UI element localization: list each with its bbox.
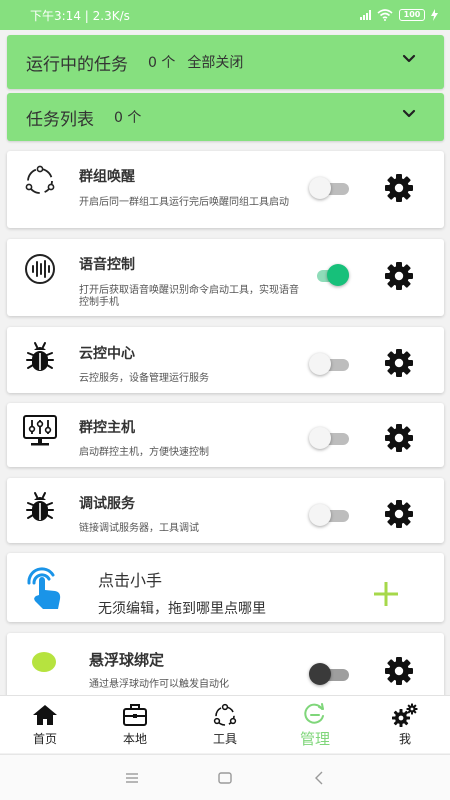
monitor-sliders-icon (23, 415, 57, 446)
plus-icon[interactable] (372, 580, 400, 608)
tab-label: 我 (398, 731, 411, 746)
voice-wave-icon (25, 254, 55, 284)
voice-control-toggle[interactable] (309, 264, 349, 286)
tab-label: 本地 (122, 731, 147, 746)
chevron-down-icon[interactable] (402, 107, 416, 121)
card-title: 云控中心 (79, 346, 135, 362)
tap-hand-description: 无须编辑，拖到哪里点哪里 (98, 601, 266, 617)
group-wake-toggle[interactable] (309, 177, 349, 199)
tab-tools[interactable]: 工具 (180, 696, 270, 753)
system-nav-bar (0, 754, 450, 800)
card-description: 通过悬浮球动作可以触发自动化 (89, 679, 229, 690)
card-title: 悬浮球绑定 (89, 651, 165, 669)
signal-icon (360, 10, 371, 20)
task-list-header[interactable]: 任务列表 0 个 (7, 93, 444, 141)
tab-label: 管理 (299, 729, 330, 748)
tab-me[interactable]: 我 (360, 696, 450, 753)
wifi-icon (377, 9, 393, 21)
card-description: 云控服务，设备管理运行服务 (79, 373, 209, 384)
tap-hand-icon (27, 567, 61, 609)
gear-icon[interactable] (383, 498, 415, 530)
home-button-icon[interactable] (216, 769, 234, 787)
card-description: 启动群控主机，方便快速控制 (79, 447, 209, 458)
briefcase-icon (123, 703, 147, 726)
card-title: 语音控制 (79, 257, 135, 273)
feature-card-group-wake[interactable]: 群组唤醒 开启后同一群组工具运行完后唤醒同组工具启动 (7, 151, 444, 228)
tap-hand-card[interactable]: 点击小手 无须编辑，拖到哪里点哪里 (7, 553, 444, 622)
feature-card-voice-control[interactable]: 语音控制 打开后获取语音唤醒识别命令启动工具，实现语音控制手机 (7, 239, 444, 316)
card-title: 群控主机 (79, 420, 135, 436)
charging-icon (431, 9, 438, 21)
tab-home[interactable]: 首页 (0, 696, 90, 753)
running-tasks-title: 运行中的任务 (26, 54, 128, 75)
card-title: 群组唤醒 (79, 169, 135, 185)
running-tasks-count: 0 个 (148, 55, 176, 71)
task-list-title: 任务列表 (26, 109, 94, 130)
feature-card-group-host[interactable]: 群控主机 启动群控主机，方便快速控制 (7, 403, 444, 467)
tools-icon (213, 703, 237, 726)
cloud-control-toggle[interactable] (309, 353, 349, 375)
chevron-down-icon[interactable] (402, 52, 416, 66)
card-description: 开启后同一群组工具运行完后唤醒同组工具启动 (79, 197, 289, 208)
float-ball-toggle[interactable] (309, 663, 349, 685)
tab-label: 首页 (32, 731, 57, 746)
home-icon (33, 704, 57, 725)
tap-hand-title: 点击小手 (98, 571, 163, 590)
close-all-button[interactable]: 全部关闭 (187, 52, 243, 72)
tab-local[interactable]: 本地 (90, 696, 180, 753)
gear-icon[interactable] (383, 655, 415, 687)
feature-card-debug-service[interactable]: 调试服务 链接调试服务器，工具调试 (7, 478, 444, 543)
group-host-toggle[interactable] (309, 427, 349, 449)
gear-icon[interactable] (383, 260, 415, 292)
card-description: 链接调试服务器，工具调试 (79, 523, 199, 534)
group-cycle-icon (25, 165, 55, 194)
tab-label: 工具 (212, 731, 237, 746)
gears-icon (392, 703, 418, 727)
task-list-count: 0 个 (114, 110, 142, 126)
bug-icon (26, 342, 54, 371)
gear-icon[interactable] (383, 422, 415, 454)
menu-icon[interactable] (123, 769, 141, 787)
tab-manage[interactable]: 管理 (270, 696, 360, 753)
gear-icon[interactable] (383, 347, 415, 379)
card-title: 调试服务 (79, 496, 135, 512)
green-dot-icon (32, 652, 56, 672)
back-icon[interactable] (311, 769, 329, 787)
running-tasks-header[interactable]: 运行中的任务 0 个 全部关闭 (7, 35, 444, 89)
card-description: 打开后获取语音唤醒识别命令启动工具，实现语音控制手机 (79, 285, 299, 308)
bottom-tab-bar: 首页 本地 工具 管理 我 (0, 695, 450, 753)
feature-card-cloud-control[interactable]: 云控中心 云控服务，设备管理运行服务 (7, 327, 444, 393)
battery-icon: 100 (399, 9, 425, 21)
debug-service-toggle[interactable] (309, 504, 349, 526)
status-time: 下午3:14 | 2.3K/s (30, 8, 130, 23)
status-bar: 下午3:14 | 2.3K/s 100 (0, 0, 450, 30)
bug-icon (26, 492, 54, 521)
manage-icon (304, 702, 324, 724)
gear-icon[interactable] (383, 172, 415, 204)
